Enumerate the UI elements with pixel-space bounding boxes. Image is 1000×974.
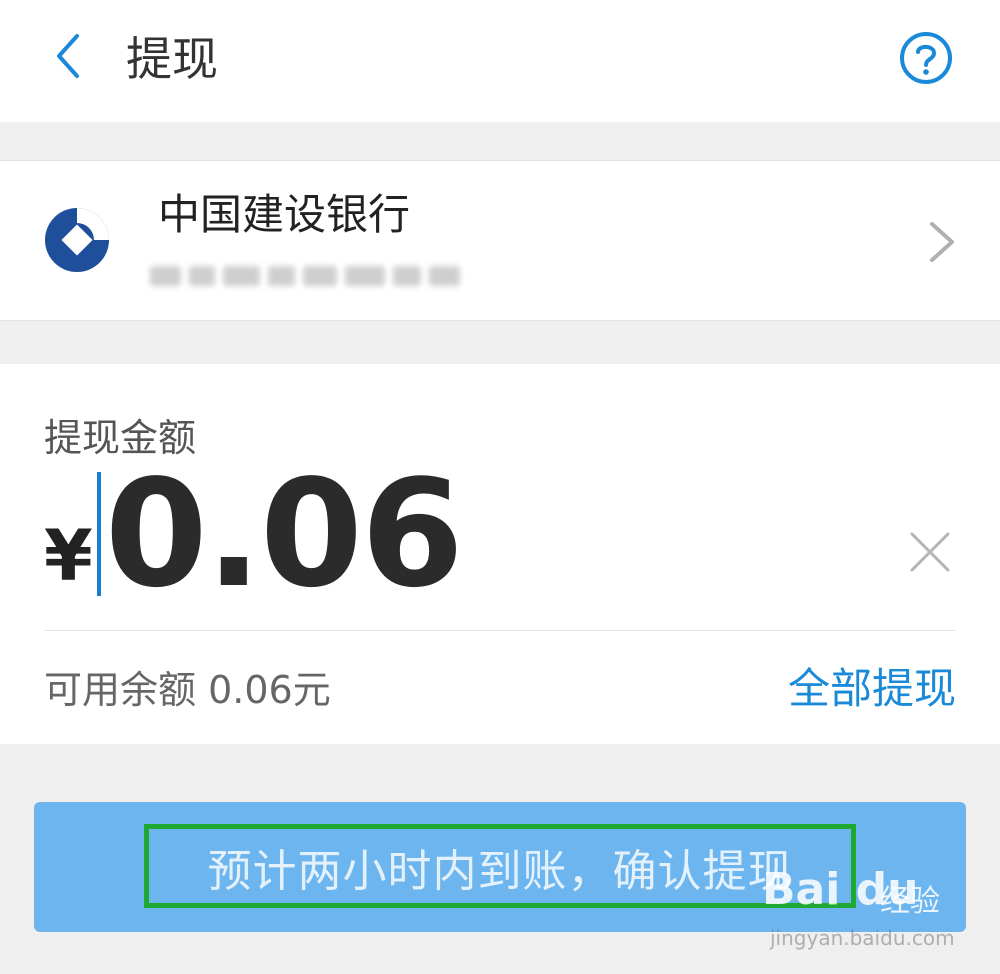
chevron-right-icon (930, 222, 954, 262)
help-button[interactable] (896, 28, 956, 88)
withdraw-amount-panel: 提现金额 ¥ 0.06 可用余额 0.06元 全部提现 (0, 364, 1000, 744)
available-balance: 可用余额 0.06元 (44, 668, 331, 712)
back-button[interactable] (38, 26, 98, 86)
ccb-logo-icon (45, 208, 109, 272)
bank-name: 中国建设银行 (158, 190, 411, 239)
question-circle-icon (900, 32, 952, 84)
chevron-left-icon (57, 34, 79, 78)
bank-account-number-redacted (150, 253, 461, 299)
currency-symbol: ¥ (44, 515, 93, 597)
top-bar: 提现 (0, 0, 1000, 122)
text-caret (96, 472, 101, 596)
divider (44, 630, 956, 631)
amount-value: 0.06 (104, 448, 464, 620)
bank-card-selector[interactable]: 中国建设银行 (0, 160, 1000, 321)
amount-input[interactable]: ¥ 0.06 (44, 448, 904, 620)
close-icon[interactable] (906, 528, 954, 576)
page-title: 提现 (126, 32, 218, 86)
confirm-withdraw-button[interactable]: 预计两小时内到账，确认提现 (34, 802, 966, 932)
confirm-withdraw-label: 预计两小时内到账，确认提现 (207, 846, 793, 897)
withdraw-all-button[interactable]: 全部提现 (788, 662, 956, 716)
